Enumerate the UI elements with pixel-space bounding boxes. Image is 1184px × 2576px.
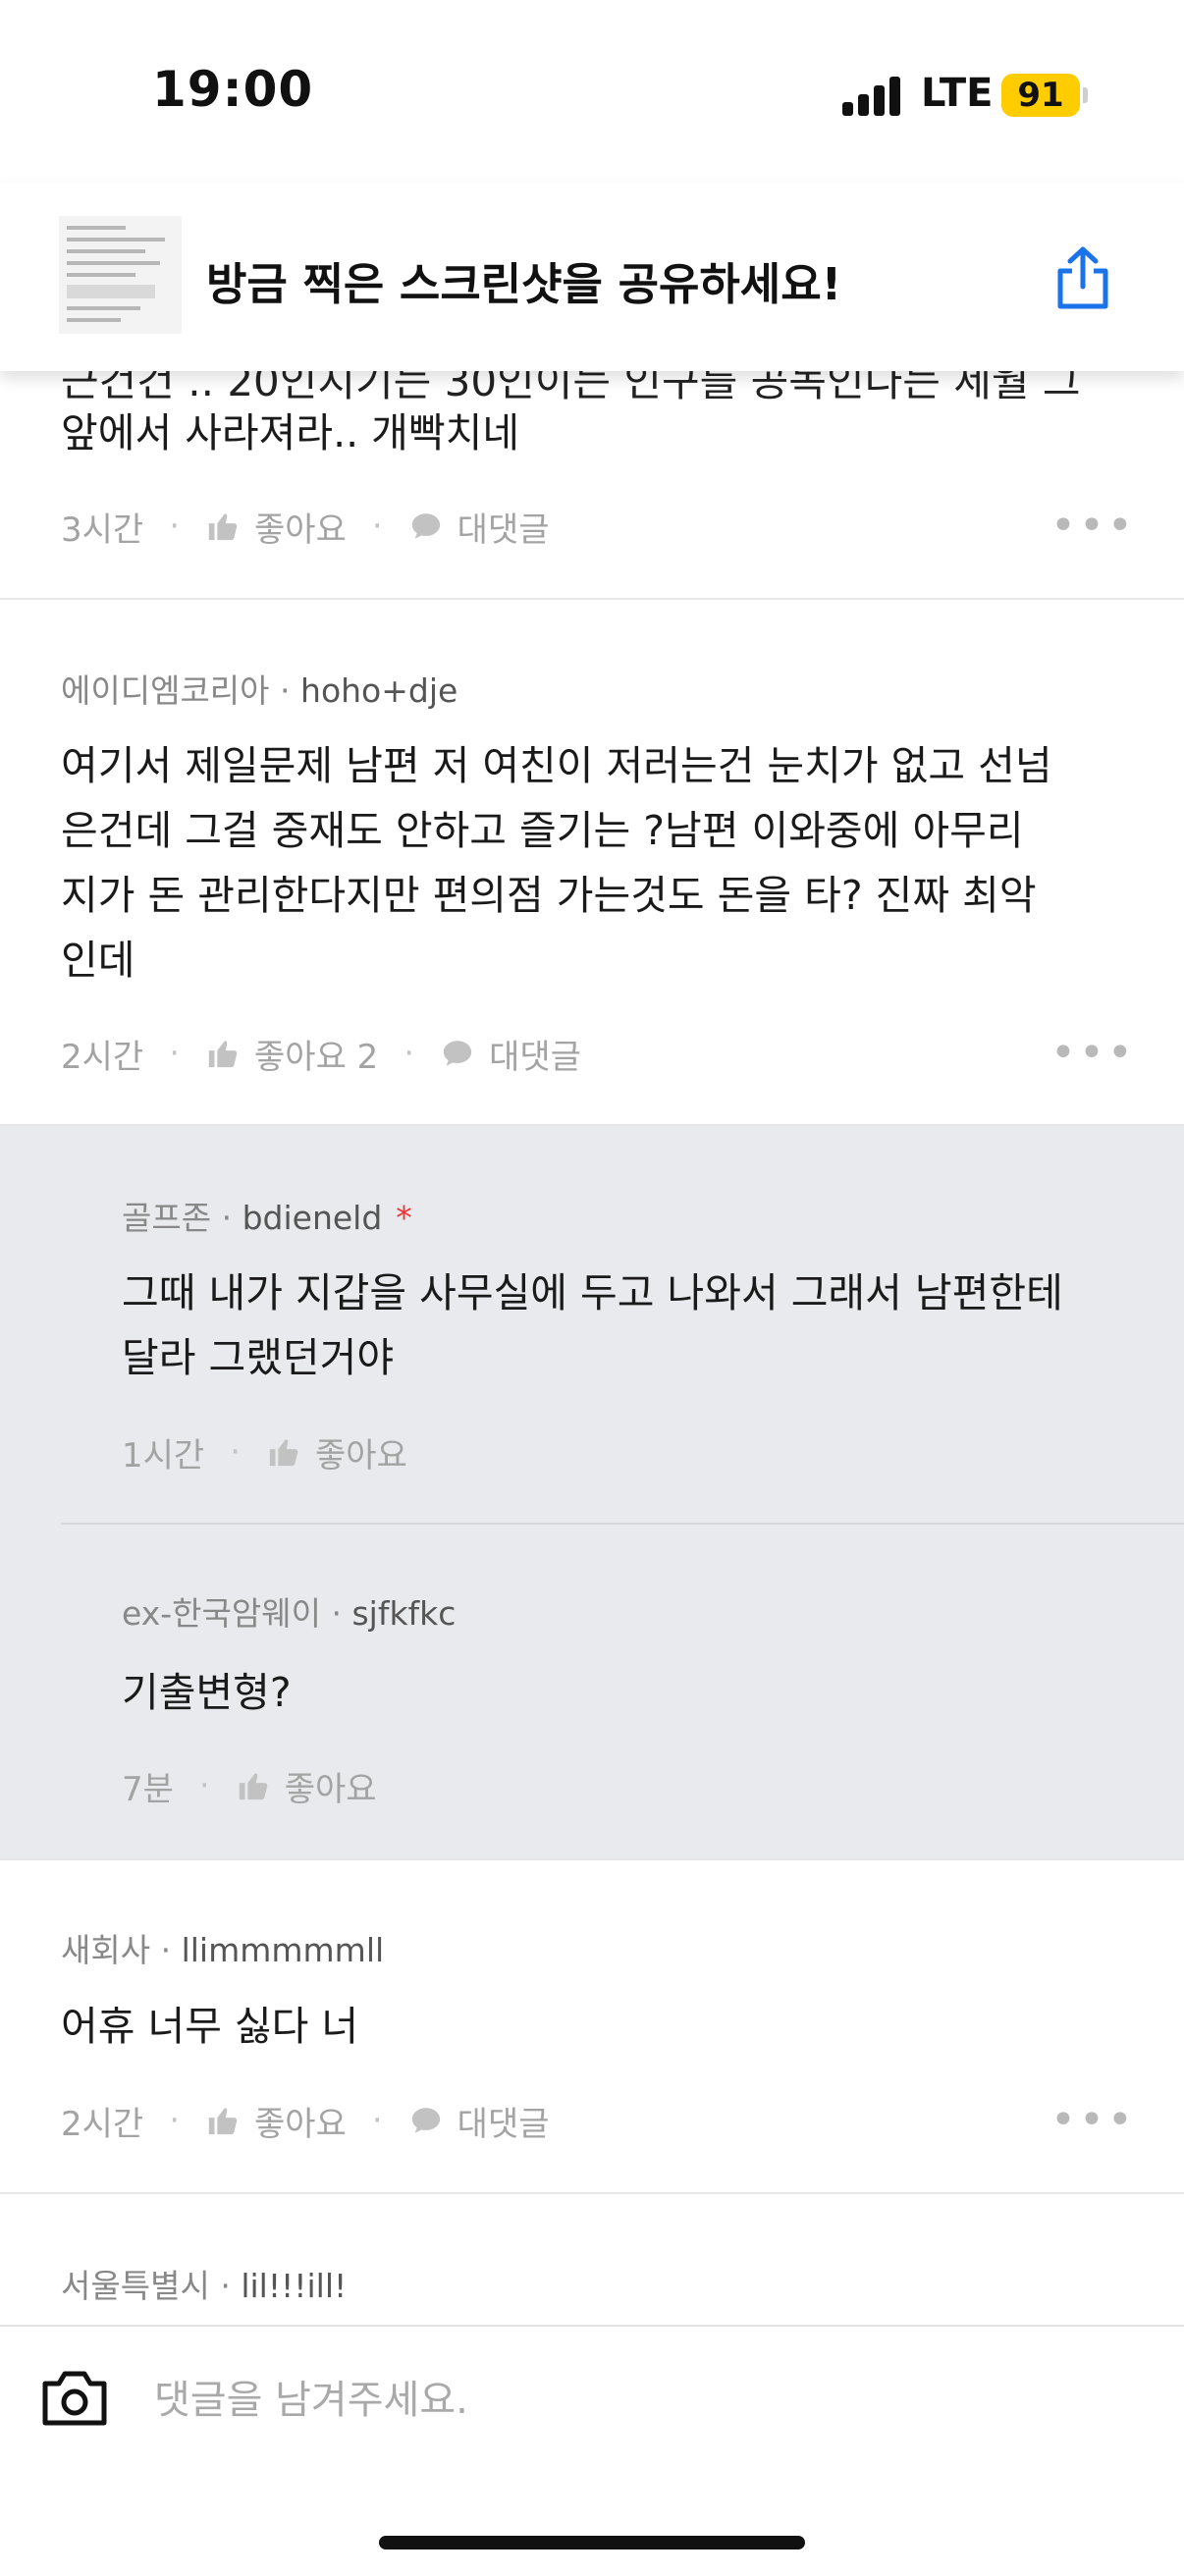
comment-actions: 2시간 · 좋아요 2 · 대댓글 bbox=[61, 1030, 581, 1078]
thumbs-up-icon bbox=[269, 1439, 298, 1467]
share-banner-text: 방금 찍은 스크린샷을 공유하세요! bbox=[206, 258, 842, 310]
comment-input[interactable] bbox=[152, 2370, 1040, 2431]
divider bbox=[0, 598, 1184, 600]
comment-time: 2시간 bbox=[61, 2104, 144, 2144]
cutoff-comment-text: 앞에서 사라져라.. 개빡치네 bbox=[61, 409, 520, 456]
reply-button[interactable]: 대댓글 bbox=[408, 503, 550, 551]
divider bbox=[0, 2192, 1184, 2194]
divider bbox=[0, 1858, 1184, 1860]
reply-actions: 1시간 · 좋아요 bbox=[122, 1428, 407, 1476]
speech-bubble-icon bbox=[443, 1041, 472, 1066]
battery-icon: 91 bbox=[1001, 74, 1080, 117]
reply-text-line: 기출변형? bbox=[122, 1669, 292, 1716]
comment-text-line: 지가 돈 관리한다지만 편의점 가는것도 돈을 타? 진짜 최악 bbox=[61, 872, 1037, 919]
reply-actions: 7분 · 좋아요 bbox=[122, 1762, 377, 1810]
signal-icon bbox=[842, 77, 903, 116]
like-button[interactable]: 좋아요 bbox=[205, 503, 347, 551]
battery-cap bbox=[1083, 87, 1088, 103]
comment-text-line: 어휴 너무 싫다 너 bbox=[61, 2003, 359, 2050]
reply-text-line: 그때 내가 지갑을 사무실에 두고 나와서 그래서 남편한테 bbox=[122, 1269, 1063, 1316]
speech-bubble-icon bbox=[411, 513, 440, 539]
reply-divider bbox=[61, 1523, 1184, 1525]
reply-button[interactable]: 대댓글 bbox=[408, 2097, 550, 2145]
network-label: LTE bbox=[921, 71, 994, 116]
more-options-icon[interactable]: ••• bbox=[1050, 2095, 1136, 2145]
comment-author: 에이디엠코리아 · hoho+dje bbox=[61, 671, 458, 710]
comment-text-line: 은건데 그걸 중재도 안하고 즐기는 ?남편 이와중에 아무리 bbox=[61, 807, 1024, 854]
speech-bubble-icon bbox=[411, 2108, 440, 2133]
thumbs-up-icon bbox=[208, 2108, 238, 2135]
share-icon[interactable] bbox=[1052, 245, 1113, 310]
more-options-icon[interactable]: ••• bbox=[1050, 501, 1136, 551]
thumbs-up-icon bbox=[208, 1041, 238, 1068]
cutoff-comment-actions: 3시간 · 좋아요 · 대댓글 bbox=[61, 503, 550, 551]
home-indicator[interactable] bbox=[379, 2536, 805, 2549]
thumbs-up-icon bbox=[239, 1773, 267, 1800]
comment-text-line: 여기서 제일문제 남편 저 여친이 저러는건 눈치가 없고 선넘 bbox=[61, 742, 1052, 789]
reply-text-line: 달라 그랬던거야 bbox=[122, 1334, 395, 1381]
like-button[interactable]: 좋아요 bbox=[205, 2097, 347, 2145]
comment-text-line: 인데 bbox=[61, 937, 135, 984]
more-options-icon[interactable]: ••• bbox=[1050, 1028, 1136, 1078]
comment-time: 3시간 bbox=[61, 510, 144, 550]
reply-button[interactable]: 대댓글 bbox=[440, 1030, 581, 1078]
screenshot-thumbnail[interactable] bbox=[59, 216, 182, 334]
comment-author: 새회사 · llimmmmmll bbox=[61, 1931, 385, 1969]
author-star-badge: * bbox=[396, 1199, 412, 1237]
like-button[interactable]: 좋아요 bbox=[236, 1762, 377, 1810]
comment-author: 서울특별시 · lil!!!ill! bbox=[61, 2267, 348, 2305]
reply-time: 1시간 bbox=[122, 1435, 205, 1476]
status-bar: 19:00 LTE 91 bbox=[0, 0, 1184, 187]
status-time: 19:00 bbox=[152, 61, 314, 118]
reply-author: 골프존 · bdieneld * bbox=[122, 1199, 412, 1237]
thumbs-up-icon bbox=[208, 513, 238, 541]
reply-time: 7분 bbox=[122, 1769, 174, 1809]
reply-author: ex-한국암웨이 · sjfkfkc bbox=[122, 1594, 457, 1633]
like-button[interactable]: 좋아요 bbox=[266, 1428, 407, 1476]
comment-time: 2시간 bbox=[61, 1037, 144, 1077]
camera-icon[interactable] bbox=[39, 2366, 110, 2429]
like-button[interactable]: 좋아요 2 bbox=[205, 1030, 378, 1078]
comment-actions: 2시간 · 좋아요 · 대댓글 bbox=[61, 2097, 550, 2145]
